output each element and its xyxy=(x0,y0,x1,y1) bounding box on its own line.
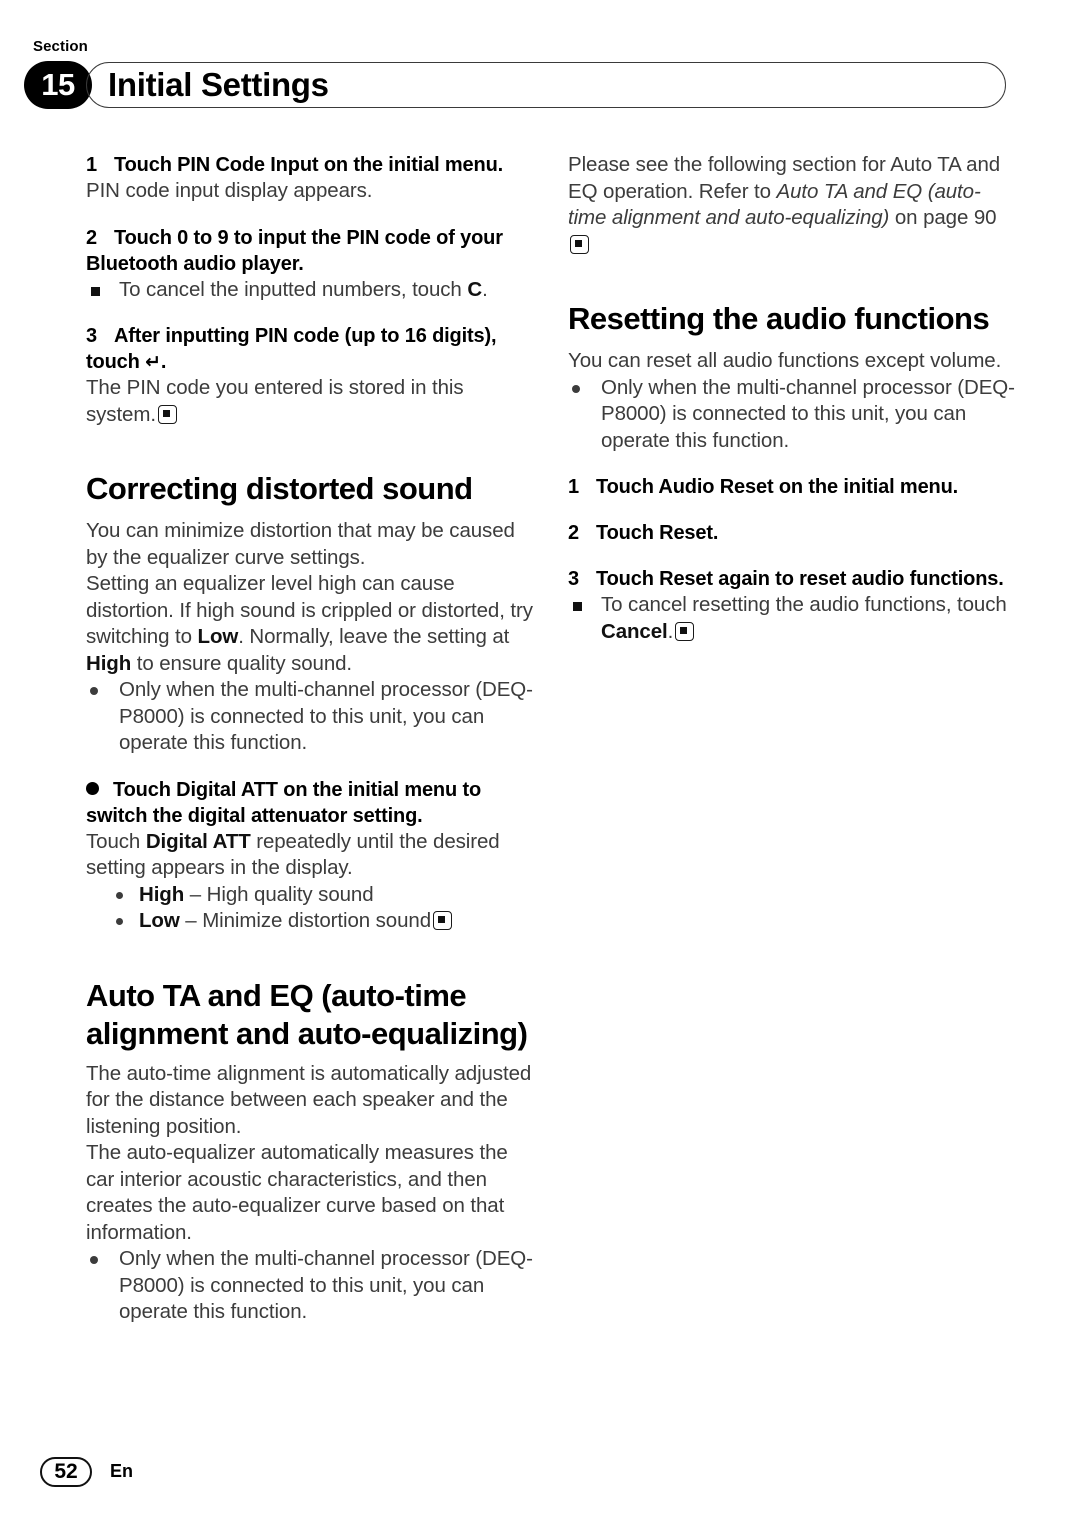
digital-att-body-a: Touch xyxy=(86,829,146,853)
step-3-number: 3 xyxy=(86,325,97,347)
language-code: En xyxy=(110,1461,134,1481)
reset-step-2-heading: 2 Touch Reset. xyxy=(568,520,1016,546)
correcting-p2-c: to ensure quality sound. xyxy=(131,651,353,675)
step-3-body: The PIN code you entered is stored in th… xyxy=(86,375,534,428)
heading-auto-ta-wrap: Auto TA and EQ (auto-time alignment and … xyxy=(86,977,534,1053)
option-term-low: Low xyxy=(139,909,180,932)
resetting-paragraph: You can reset all audio functions except… xyxy=(568,349,1002,372)
note-text: To cancel resetting the audio functions,… xyxy=(601,593,1007,616)
heading-correcting-wrap: Correcting distorted sound xyxy=(86,470,534,508)
auto-ta-bullet-list: Only when the multi-channel processor (D… xyxy=(86,1246,534,1326)
note-text-tail: . xyxy=(482,277,488,301)
heading-correcting-distorted-sound: Correcting distorted sound xyxy=(86,471,473,506)
end-of-section-marker-icon xyxy=(675,621,695,641)
step-1-text: Touch PIN Code Input on the initial menu… xyxy=(114,154,504,176)
note-text: To cancel the inputted numbers, touch xyxy=(119,277,468,301)
auto-ta-reference-paragraph: Please see the following section for Aut… xyxy=(568,152,1016,258)
bullet-item-multichannel: Only when the multi-channel processor (D… xyxy=(86,677,534,757)
step-2-note-list: To cancel the inputted numbers, touch C. xyxy=(86,277,534,304)
auto-ta-paragraph-1: The auto-time alignment is automatically… xyxy=(86,1061,532,1138)
filled-circle-bullet-icon xyxy=(86,781,99,795)
step-2-text: Touch 0 to 9 to input the PIN code of yo… xyxy=(86,226,503,275)
keyword-low: Low xyxy=(197,625,239,648)
section-number-badge: 15 xyxy=(24,61,92,109)
keyword-digital-att: Digital ATT xyxy=(145,829,251,853)
auto-ta-paragraph-2: The auto-equalizer automatically measure… xyxy=(86,1141,508,1244)
left-column: 1 Touch PIN Code Input on the initial men… xyxy=(86,152,534,1326)
reset-step-1-text: Touch Audio Reset on the initial menu. xyxy=(596,476,959,498)
reset-note-list: To cancel resetting the audio functions,… xyxy=(568,592,1016,645)
heading-auto-ta-and-eq: Auto TA and EQ (auto-time alignment and … xyxy=(86,977,528,1051)
option-dash: – xyxy=(184,882,207,906)
page-number-badge: 52 xyxy=(40,1457,92,1487)
reset-step-1-heading: 1 Touch Audio Reset on the initial menu. xyxy=(568,474,1016,500)
note-item: To cancel resetting the audio functions,… xyxy=(568,592,1016,645)
note-keyword: C xyxy=(467,277,483,301)
heading-resetting-audio-functions: Resetting the audio functions xyxy=(568,301,990,336)
page-title: Initial Settings xyxy=(108,66,329,103)
correcting-paragraph-2: Setting an equalizer level high can caus… xyxy=(86,571,534,677)
enter-key-icon: ↵ xyxy=(145,351,161,373)
end-of-section-marker-icon xyxy=(433,911,452,930)
page-header: Section 15 Initial Settings xyxy=(0,0,1080,120)
option-item-high: High – High quality sound xyxy=(111,882,534,909)
bullet-item-multichannel: Only when the multi-channel processor (D… xyxy=(86,1246,534,1326)
option-term-high: High xyxy=(139,882,185,906)
step-3-text: After inputting PIN code (up to 16 digit… xyxy=(86,325,497,373)
note-item: To cancel the inputted numbers, touch C. xyxy=(86,277,534,304)
reset-step-1-number: 1 xyxy=(568,476,579,498)
digital-att-body: Touch Digital ATT repeatedly until the d… xyxy=(86,829,534,882)
digital-att-step-heading: Touch Digital ATT on the initial menu to… xyxy=(86,777,534,829)
option-desc-high: High quality sound xyxy=(206,882,374,906)
option-dash: – xyxy=(179,909,203,932)
page-footer: 52 En xyxy=(0,1439,1080,1529)
note-text-tail: . xyxy=(667,619,674,643)
step-1-heading: 1 Touch PIN Code Input on the initial men… xyxy=(86,152,534,178)
end-of-section-marker-icon xyxy=(570,234,589,254)
resetting-bullet-list: Only when the multi-channel processor (D… xyxy=(568,375,1016,455)
reset-step-3-heading: 3 Touch Reset again to reset audio functi… xyxy=(568,566,1016,592)
end-of-section-marker-icon xyxy=(157,404,177,424)
note-keyword-cancel: Cancel xyxy=(601,619,668,643)
correcting-p2-b: . Normally, leave the setting at xyxy=(238,625,510,648)
intro-c: on page 90 xyxy=(889,206,997,229)
step-3-heading: 3 After inputting PIN code (up to 16 digi… xyxy=(86,323,534,375)
step-2-number: 2 xyxy=(86,226,97,249)
section-label: Section xyxy=(33,38,88,55)
right-column: Please see the following section for Aut… xyxy=(568,152,1016,645)
step-1-number: 1 xyxy=(86,154,97,176)
step-1-body: PIN code input display appears. xyxy=(86,179,373,202)
heading-resetting-wrap: Resetting the audio functions xyxy=(568,300,1016,338)
step-3-body-text: The PIN code you entered is stored in th… xyxy=(86,376,464,426)
digital-att-options-list: High – High quality sound Low – Minimize… xyxy=(111,882,534,935)
digital-att-step-text: Touch Digital ATT on the initial menu to… xyxy=(86,778,482,827)
reset-step-3-number: 3 xyxy=(568,568,579,590)
intro-italic-1: Auto TA and EQ xyxy=(776,179,923,203)
reset-step-2-text: Touch Reset. xyxy=(596,522,719,544)
step-2-heading: 2 Touch 0 to 9 to input the PIN code of y… xyxy=(86,225,534,277)
keyword-high: High xyxy=(86,651,132,675)
correcting-bullet-list: Only when the multi-channel processor (D… xyxy=(86,677,534,757)
correcting-paragraph-1: You can minimize distortion that may be … xyxy=(86,519,515,569)
option-desc-low: Minimize distortion sound xyxy=(202,909,431,932)
reset-step-2-number: 2 xyxy=(568,522,579,544)
option-item-low: Low – Minimize distortion sound xyxy=(111,908,534,935)
bullet-item-multichannel: Only when the multi-channel processor (D… xyxy=(568,375,1016,455)
reset-step-3-text: Touch Reset again to reset audio functio… xyxy=(596,568,1004,590)
